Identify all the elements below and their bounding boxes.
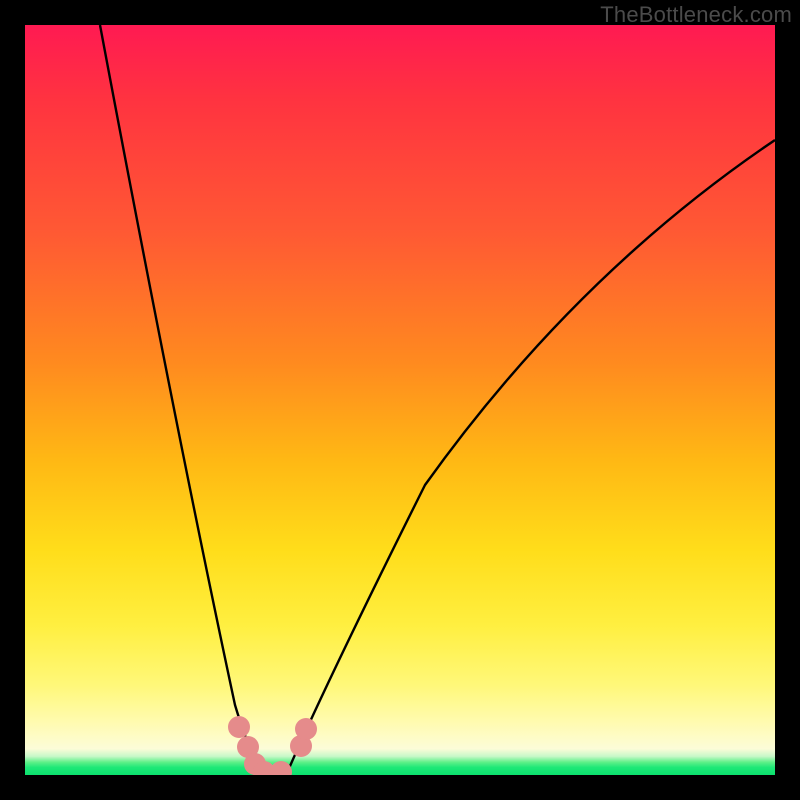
chart-stage: TheBottleneck.com [0, 0, 800, 800]
valley-markers [228, 716, 317, 775]
left-curve [100, 25, 263, 773]
plot-area [25, 25, 775, 775]
curve-overlay [25, 25, 775, 775]
marker-dot [295, 718, 317, 740]
marker-dot [228, 716, 250, 738]
right-curve [287, 140, 775, 773]
attribution-text: TheBottleneck.com [600, 2, 792, 28]
marker-dot [270, 761, 292, 775]
